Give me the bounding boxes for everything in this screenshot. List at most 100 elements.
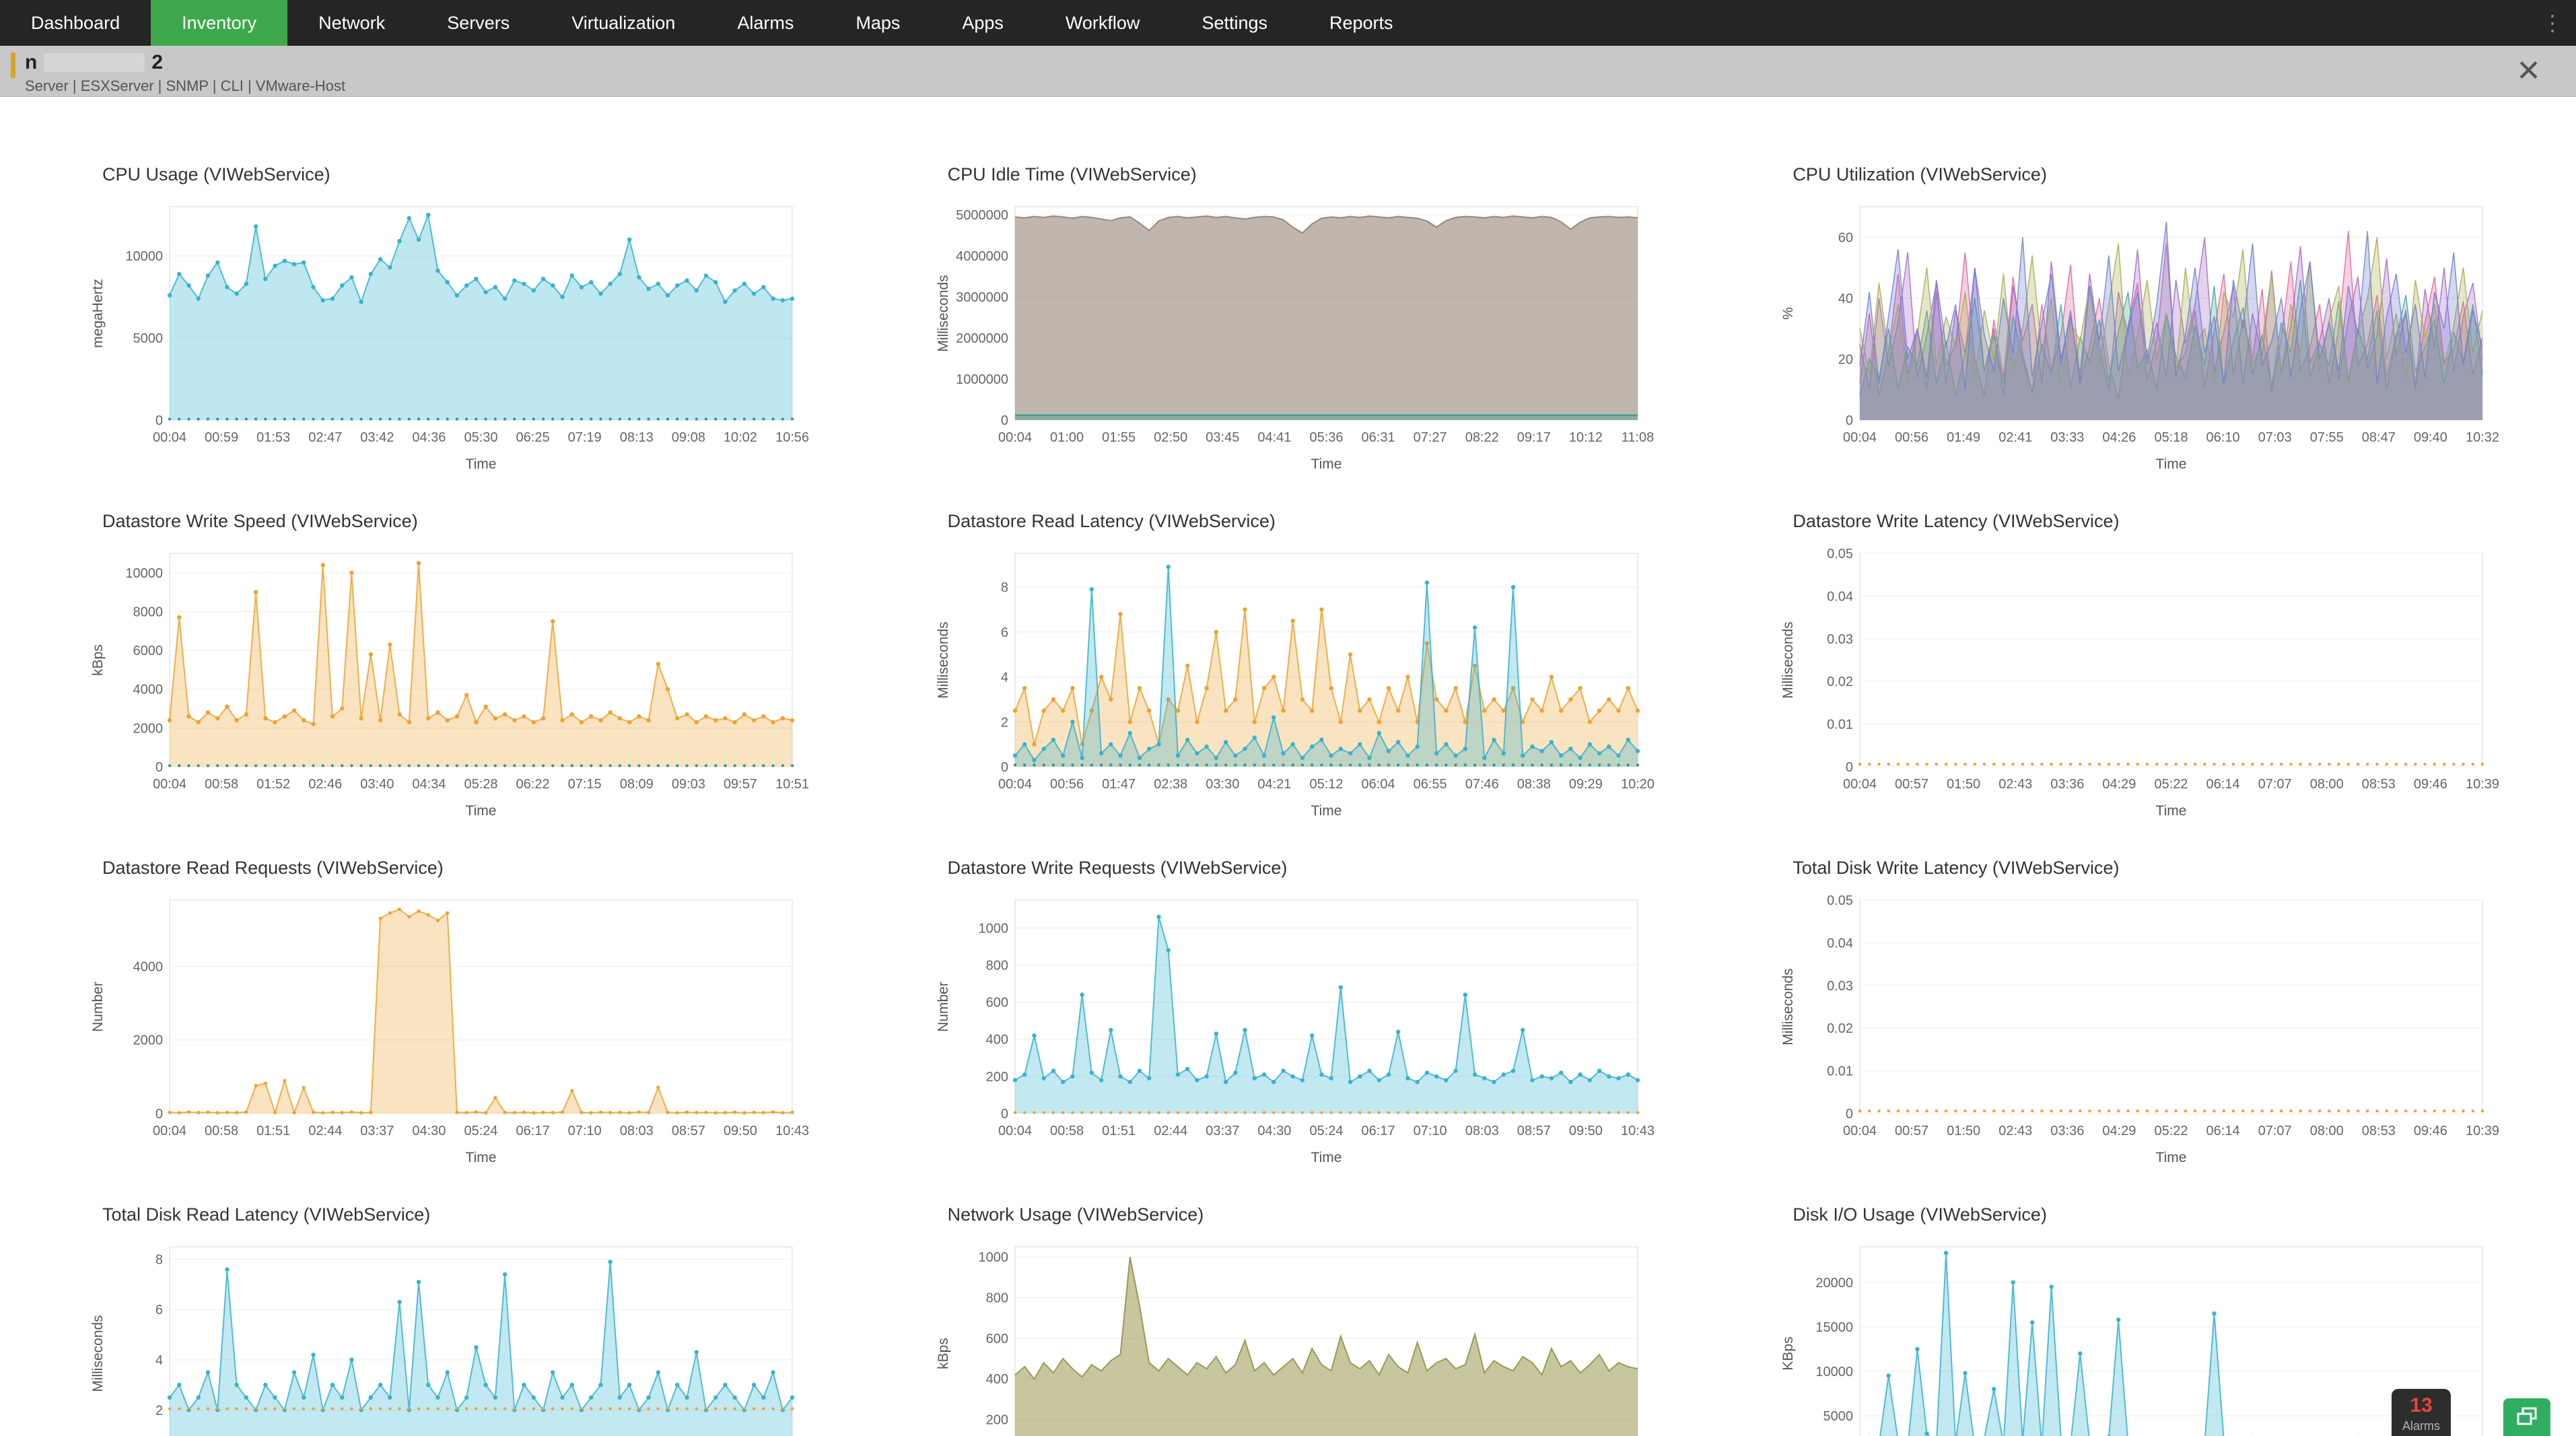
svg-text:00:58: 00:58 xyxy=(205,1124,238,1138)
svg-text:0: 0 xyxy=(1846,760,1853,775)
nav-spacer xyxy=(1424,0,2529,46)
svg-text:400: 400 xyxy=(985,1033,1008,1048)
nav-more-icon[interactable]: ⋮ xyxy=(2529,0,2576,46)
svg-text:07:03: 07:03 xyxy=(2258,430,2292,445)
datastore-write-speed-chart: 020004000600080001000000:0400:5801:5202:… xyxy=(82,541,809,831)
nav-item-maps[interactable]: Maps xyxy=(825,0,931,46)
svg-text:Time: Time xyxy=(2156,1150,2187,1165)
svg-text:00:58: 00:58 xyxy=(205,777,238,792)
svg-text:02:44: 02:44 xyxy=(308,1124,342,1138)
chart-grid: CPU Usage (VIWebService) 050001000000:04… xyxy=(0,97,2576,1436)
svg-text:03:37: 03:37 xyxy=(360,1124,394,1138)
svg-text:Milliseconds: Milliseconds xyxy=(1780,621,1796,698)
nav-item-reports[interactable]: Reports xyxy=(1298,0,1424,46)
svg-text:Milliseconds: Milliseconds xyxy=(936,621,951,698)
svg-text:08:22: 08:22 xyxy=(1465,430,1498,445)
svg-text:01:50: 01:50 xyxy=(1947,777,1980,792)
nav-item-workflow[interactable]: Workflow xyxy=(1035,0,1171,46)
disk-io-usage-chart: 5000100001500020000KBps xyxy=(1772,1235,2499,1436)
svg-text:Time: Time xyxy=(1311,1150,1342,1165)
close-icon[interactable]: ✕ xyxy=(2516,57,2541,86)
svg-text:0.02: 0.02 xyxy=(1827,1021,1853,1036)
svg-text:Time: Time xyxy=(466,803,497,819)
nav-item-dashboard[interactable]: Dashboard xyxy=(0,0,151,46)
svg-text:0: 0 xyxy=(155,413,163,428)
chart-datastore-read-requests: Datastore Read Requests (VIWebService) 0… xyxy=(20,858,866,1177)
device-name-prefix: n xyxy=(25,51,37,73)
svg-text:2: 2 xyxy=(155,1403,163,1418)
svg-text:05:22: 05:22 xyxy=(2155,1124,2188,1138)
alarms-widget[interactable]: 13 Alarms xyxy=(2392,1389,2451,1436)
redacted-text xyxy=(44,53,145,72)
svg-text:00:58: 00:58 xyxy=(1050,1124,1084,1138)
chart-datastore-write-requests: Datastore Write Requests (VIWebService) … xyxy=(866,858,1711,1177)
svg-text:00:04: 00:04 xyxy=(998,1124,1032,1138)
svg-text:05:24: 05:24 xyxy=(1309,1124,1343,1138)
svg-text:10:39: 10:39 xyxy=(2466,1124,2499,1138)
svg-text:06:10: 06:10 xyxy=(2206,430,2240,445)
svg-text:00:04: 00:04 xyxy=(1843,1124,1877,1138)
svg-text:09:40: 09:40 xyxy=(2414,430,2447,445)
nav-item-network[interactable]: Network xyxy=(287,0,416,46)
svg-text:0.02: 0.02 xyxy=(1827,675,1853,689)
chart-cpu-usage: CPU Usage (VIWebService) 050001000000:04… xyxy=(20,164,866,484)
svg-text:10:51: 10:51 xyxy=(775,777,809,792)
svg-text:03:30: 03:30 xyxy=(1206,777,1239,792)
svg-text:0.03: 0.03 xyxy=(1827,979,1853,994)
cpu-utilization-chart: 020406000:0400:5601:4902:4103:3304:2605:… xyxy=(1772,195,2499,484)
nav-item-settings[interactable]: Settings xyxy=(1171,0,1298,46)
svg-text:01:52: 01:52 xyxy=(256,777,290,792)
svg-text:0: 0 xyxy=(1846,413,1853,428)
svg-text:01:47: 01:47 xyxy=(1102,777,1136,792)
svg-text:01:00: 01:00 xyxy=(1050,430,1084,445)
svg-text:800: 800 xyxy=(985,958,1008,973)
svg-text:10:32: 10:32 xyxy=(2466,430,2499,445)
datastore-read-requests-chart: 02000400000:0400:5801:5102:4403:3704:300… xyxy=(82,888,809,1177)
chart-network-usage: Network Usage (VIWebService) 20040060080… xyxy=(866,1204,1711,1436)
nav-item-inventory[interactable]: Inventory xyxy=(151,0,287,46)
svg-text:0: 0 xyxy=(1001,760,1008,775)
svg-text:05:22: 05:22 xyxy=(2155,777,2188,792)
svg-text:09:46: 09:46 xyxy=(2414,777,2447,792)
svg-text:04:36: 04:36 xyxy=(412,430,446,445)
svg-text:01:51: 01:51 xyxy=(256,1124,290,1138)
svg-text:09:17: 09:17 xyxy=(1517,430,1550,445)
chart-title: CPU Idle Time (VIWebService) xyxy=(948,164,1711,185)
svg-text:07:07: 07:07 xyxy=(2258,777,2292,792)
network-usage-chart: 2004006008001000kBps xyxy=(928,1235,1655,1436)
svg-text:600: 600 xyxy=(985,996,1008,1011)
svg-text:1000: 1000 xyxy=(978,1250,1008,1265)
total-disk-write-latency-chart: 00.010.020.030.040.0500:0400:5701:5002:4… xyxy=(1772,888,2499,1177)
svg-text:Time: Time xyxy=(2156,456,2187,472)
svg-text:02:43: 02:43 xyxy=(1999,1124,2033,1138)
svg-text:Time: Time xyxy=(1311,456,1342,472)
svg-text:00:57: 00:57 xyxy=(1895,777,1928,792)
svg-text:10:02: 10:02 xyxy=(724,430,757,445)
svg-text:11:08: 11:08 xyxy=(1621,430,1654,445)
svg-text:0: 0 xyxy=(155,760,163,775)
svg-text:5000: 5000 xyxy=(133,331,164,346)
svg-text:KBps: KBps xyxy=(1780,1336,1796,1370)
widget-launcher-button[interactable] xyxy=(2503,1398,2550,1436)
datastore-read-latency-chart: 0246800:0400:5601:4702:3803:3004:2105:12… xyxy=(928,541,1655,831)
svg-text:07:19: 07:19 xyxy=(568,430,602,445)
svg-text:6: 6 xyxy=(1001,625,1008,640)
alarm-count-badge: 13 xyxy=(2392,1396,2451,1416)
svg-text:10:20: 10:20 xyxy=(1621,777,1655,792)
svg-text:Milliseconds: Milliseconds xyxy=(90,1315,106,1392)
svg-text:00:56: 00:56 xyxy=(1050,777,1084,792)
svg-text:04:30: 04:30 xyxy=(412,1124,446,1138)
svg-text:08:00: 08:00 xyxy=(2310,777,2344,792)
svg-text:08:13: 08:13 xyxy=(620,430,654,445)
device-header: n 2 Server | ESXServer | SNMP | CLI | VM… xyxy=(0,46,2576,97)
svg-text:02:43: 02:43 xyxy=(1999,777,2033,792)
svg-text:04:41: 04:41 xyxy=(1257,430,1291,445)
nav-item-apps[interactable]: Apps xyxy=(931,0,1035,46)
chart-total-disk-read-latency: Total Disk Read Latency (VIWebService) 2… xyxy=(20,1204,866,1436)
nav-item-virtualization[interactable]: Virtualization xyxy=(541,0,706,46)
svg-text:02:38: 02:38 xyxy=(1154,777,1187,792)
nav-item-servers[interactable]: Servers xyxy=(416,0,541,46)
svg-text:Number: Number xyxy=(936,982,951,1032)
svg-text:07:27: 07:27 xyxy=(1413,430,1447,445)
nav-item-alarms[interactable]: Alarms xyxy=(706,0,825,46)
